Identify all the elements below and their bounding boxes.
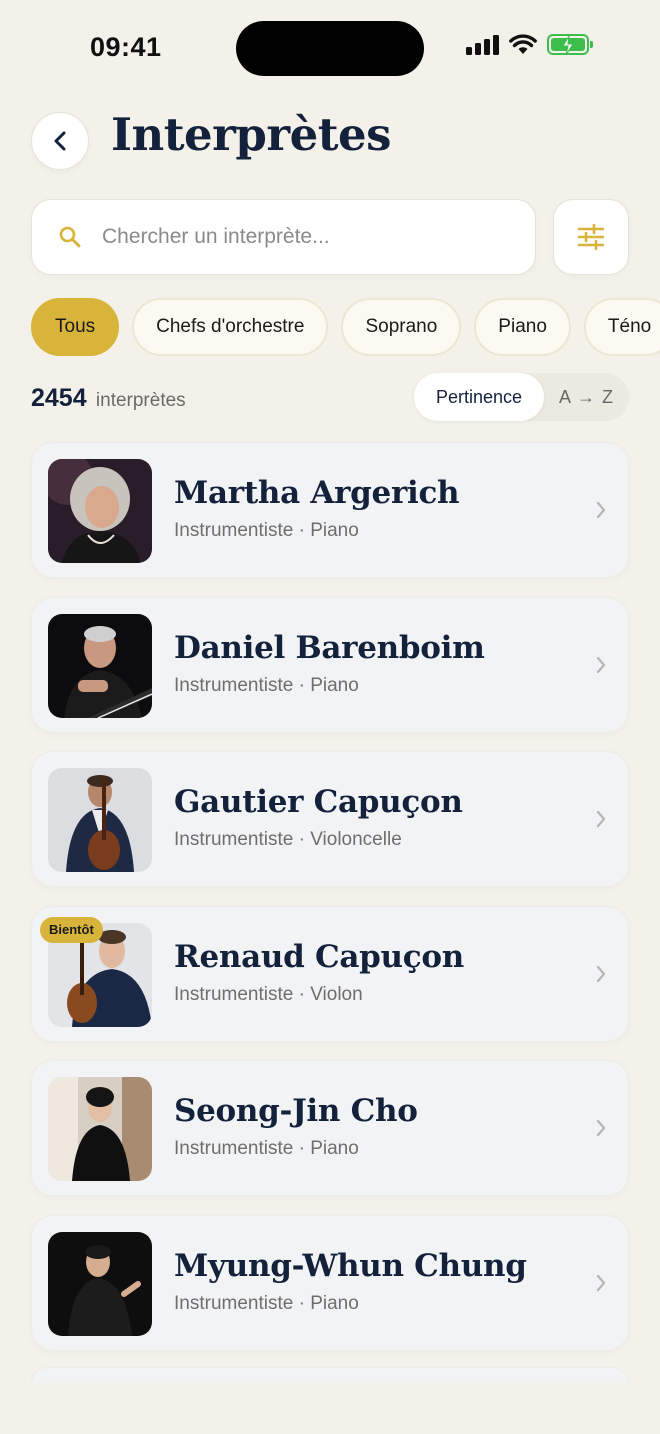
performer-name: Renaud Capuçon	[174, 938, 464, 975]
performer-name: Myung-Whun Chung	[174, 1247, 527, 1284]
chevron-right-icon	[596, 965, 606, 982]
result-count-label: interprètes	[95, 390, 186, 411]
performer-name: Martha Argerich	[174, 475, 460, 511]
status-bar: 09:41	[0, 0, 660, 96]
performer-card[interactable]: Bientôt Renaud Capuçon Instrumentiste · …	[31, 905, 629, 1042]
chevron-right-icon	[596, 811, 606, 828]
result-count-value: 2454	[31, 384, 87, 412]
performer-role: Instrumentiste · Violoncelle	[174, 829, 402, 851]
avatar	[48, 1077, 152, 1182]
chevron-right-icon	[596, 656, 606, 673]
battery-icon	[547, 34, 593, 56]
performer-name: Seong-Jin Cho	[174, 1093, 418, 1130]
avatar	[48, 613, 152, 718]
performer-role: Instrumentiste · Violon	[174, 983, 363, 1005]
performer-name: Daniel Barenboim	[174, 629, 485, 666]
sliders-icon	[577, 224, 605, 250]
wifi-icon	[509, 34, 537, 54]
performer-card[interactable]: Martha Argerich Instrumentiste · Piano	[31, 442, 629, 578]
avatar	[48, 1231, 152, 1336]
coming-soon-badge: Bientôt	[40, 916, 103, 943]
search-icon	[59, 226, 81, 248]
dynamic-island	[236, 21, 424, 76]
chip-piano[interactable]: Piano	[474, 298, 571, 356]
performer-role: Instrumentiste · Piano	[174, 1292, 359, 1314]
result-count: 2454 interprètes	[31, 384, 186, 413]
search-input[interactable]	[102, 225, 502, 249]
chevron-right-icon	[596, 501, 606, 519]
avatar	[48, 459, 152, 563]
status-time: 09:41	[90, 32, 162, 62]
performer-name: Gautier Capuçon	[174, 784, 463, 821]
sort-alphabetical-button[interactable]: A → Z	[544, 373, 629, 421]
back-button[interactable]	[31, 112, 89, 170]
page-title: Interprètes	[111, 108, 391, 161]
avatar	[48, 768, 152, 873]
performer-card[interactable]: Myung-Whun Chung Instrumentiste · Piano	[31, 1214, 629, 1351]
performer-role: Instrumentiste · Piano	[174, 1138, 359, 1160]
status-icons	[466, 34, 593, 56]
performer-card[interactable]: Daniel Barenboim Instrumentiste · Piano	[31, 596, 629, 733]
chip-tous[interactable]: Tous	[31, 298, 120, 356]
chevron-right-icon	[596, 1120, 606, 1137]
chevron-left-icon	[54, 131, 66, 151]
sort-relevance-button[interactable]: Pertinence	[414, 373, 544, 421]
sort-toggle: Pertinence A → Z	[414, 373, 629, 421]
search-bar[interactable]	[31, 199, 536, 275]
chip-tenor[interactable]: Téno	[583, 298, 660, 356]
performer-card[interactable]: Gautier Capuçon Instrumentiste · Violonc…	[31, 751, 629, 888]
chip-soprano[interactable]: Soprano	[341, 298, 462, 356]
chip-chefs-orchestre[interactable]: Chefs d'orchestre	[132, 298, 329, 356]
performer-role: Instrumentiste · Piano	[174, 674, 359, 696]
performer-card-partial	[31, 1367, 629, 1383]
signal-icon	[466, 34, 499, 55]
performer-role: Instrumentiste · Piano	[174, 520, 359, 541]
filter-button[interactable]	[553, 199, 629, 275]
chevron-right-icon	[596, 1274, 606, 1292]
performer-card[interactable]: Seong-Jin Cho Instrumentiste · Piano	[31, 1060, 629, 1197]
filter-chips: Tous Chefs d'orchestre Soprano Piano Tén…	[31, 298, 660, 358]
performer-list: Martha Argerich Instrumentiste · Piano D…	[31, 442, 629, 1370]
